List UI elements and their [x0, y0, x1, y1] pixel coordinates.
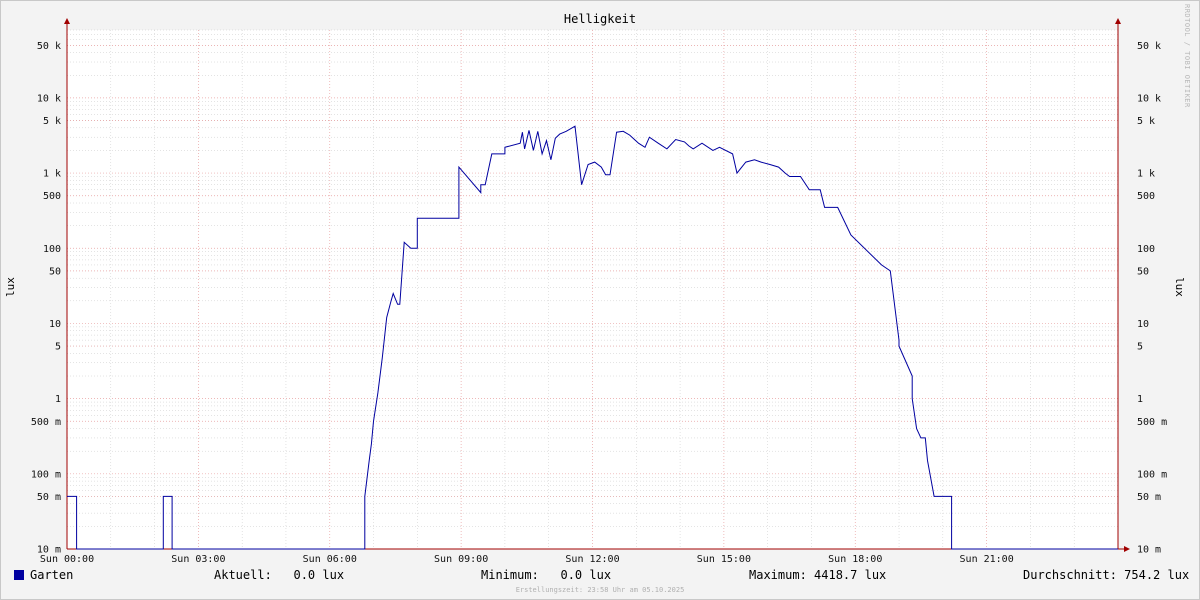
- y-ticks-left: 10 m50 m100 m500 m1510501005001 k5 k10 k…: [31, 41, 61, 556]
- y-tick-label-right: 50 k: [1137, 41, 1161, 52]
- x-tick-label: Sun 15:00: [697, 554, 751, 565]
- y-tick-label-left: 100 m: [31, 469, 61, 480]
- x-tick-label: Sun 06:00: [303, 554, 357, 565]
- y-tick-label-right: 5: [1137, 342, 1143, 353]
- y-tick-label-left: 500 m: [31, 417, 61, 428]
- y-tick-label-right: 100 m: [1137, 469, 1167, 480]
- y-tick-label-left: 5: [55, 342, 61, 353]
- chart-title: Helligkeit: [564, 12, 636, 26]
- y-tick-label-right: 100: [1137, 244, 1155, 255]
- rrdtool-watermark: RRDTOOL / TOBI OETIKER: [1183, 4, 1191, 108]
- y-tick-label-right: 50: [1137, 266, 1149, 277]
- y-axis-arrow-right: [1115, 18, 1121, 24]
- legend-maximum: Maximum: 4418.7 lux: [749, 568, 887, 582]
- y-tick-label-right: 10 k: [1137, 93, 1161, 104]
- x-tick-label: Sun 18:00: [828, 554, 882, 565]
- y-tick-label-left: 10 k: [37, 93, 61, 104]
- legend-minimum: Minimum: 0.0 lux: [481, 568, 612, 582]
- y-tick-label-left: 10: [49, 319, 61, 330]
- y-tick-label-left: 500: [43, 191, 61, 202]
- creation-timestamp: Erstellungszeit: 23:58 Uhr am 05.10.2025: [515, 586, 685, 594]
- x-tick-label: Sun 03:00: [171, 554, 225, 565]
- x-tick-label: Sun 12:00: [565, 554, 619, 565]
- y-tick-label-right: 1: [1137, 394, 1143, 405]
- y-tick-label-right: 500: [1137, 191, 1155, 202]
- x-tick-label: Sun 21:00: [960, 554, 1014, 565]
- x-axis-arrow: [1124, 546, 1130, 552]
- y-axis-label-left: lux: [4, 277, 17, 297]
- legend-swatch: [14, 570, 24, 580]
- x-tick-label: Sun 09:00: [434, 554, 488, 565]
- y-tick-label-left: 1 k: [43, 169, 61, 180]
- y-tick-label-left: 5 k: [43, 116, 61, 127]
- y-tick-label-right: 5 k: [1137, 116, 1155, 127]
- y-tick-label-right: 50 m: [1137, 492, 1161, 503]
- y-tick-label-right: 500 m: [1137, 417, 1167, 428]
- y-tick-label-right: 10 m: [1137, 545, 1161, 556]
- y-tick-label-left: 100: [43, 244, 61, 255]
- y-tick-label-right: 10: [1137, 319, 1149, 330]
- y-tick-label-left: 50 k: [37, 41, 61, 52]
- legend-series-name: Garten: [30, 568, 74, 582]
- lux-chart: 10 m 50 m 100 m 500 m 1 5 10 50 100 500 1 k 5 k 10 k…: [4, 12, 1186, 565]
- x-tick-label: Sun 00:00: [40, 554, 94, 565]
- y-ticks-right: 10 m 50 m 100 m 500 m 1 5 10 50 100 500 1 k 5 k 10 k…: [1137, 41, 1167, 556]
- y-tick-label-left: 50 m: [37, 492, 61, 503]
- y-tick-label-right: 1 k: [1137, 169, 1155, 180]
- legend-average: Durchschnitt: 754.2 lux: [1023, 568, 1190, 582]
- y-tick-label-left: 1: [55, 394, 61, 405]
- y-axis-arrow-left: [64, 18, 70, 24]
- x-ticks: Sun 00:00 Sun 03:00 Sun 06:00 Sun 09:00 Sun …: [40, 554, 1014, 565]
- y-tick-label-left: 50: [49, 266, 61, 277]
- y-axis-label-right: lux: [1173, 277, 1186, 297]
- legend-current: Aktuell: 0.0 lux: [214, 568, 345, 582]
